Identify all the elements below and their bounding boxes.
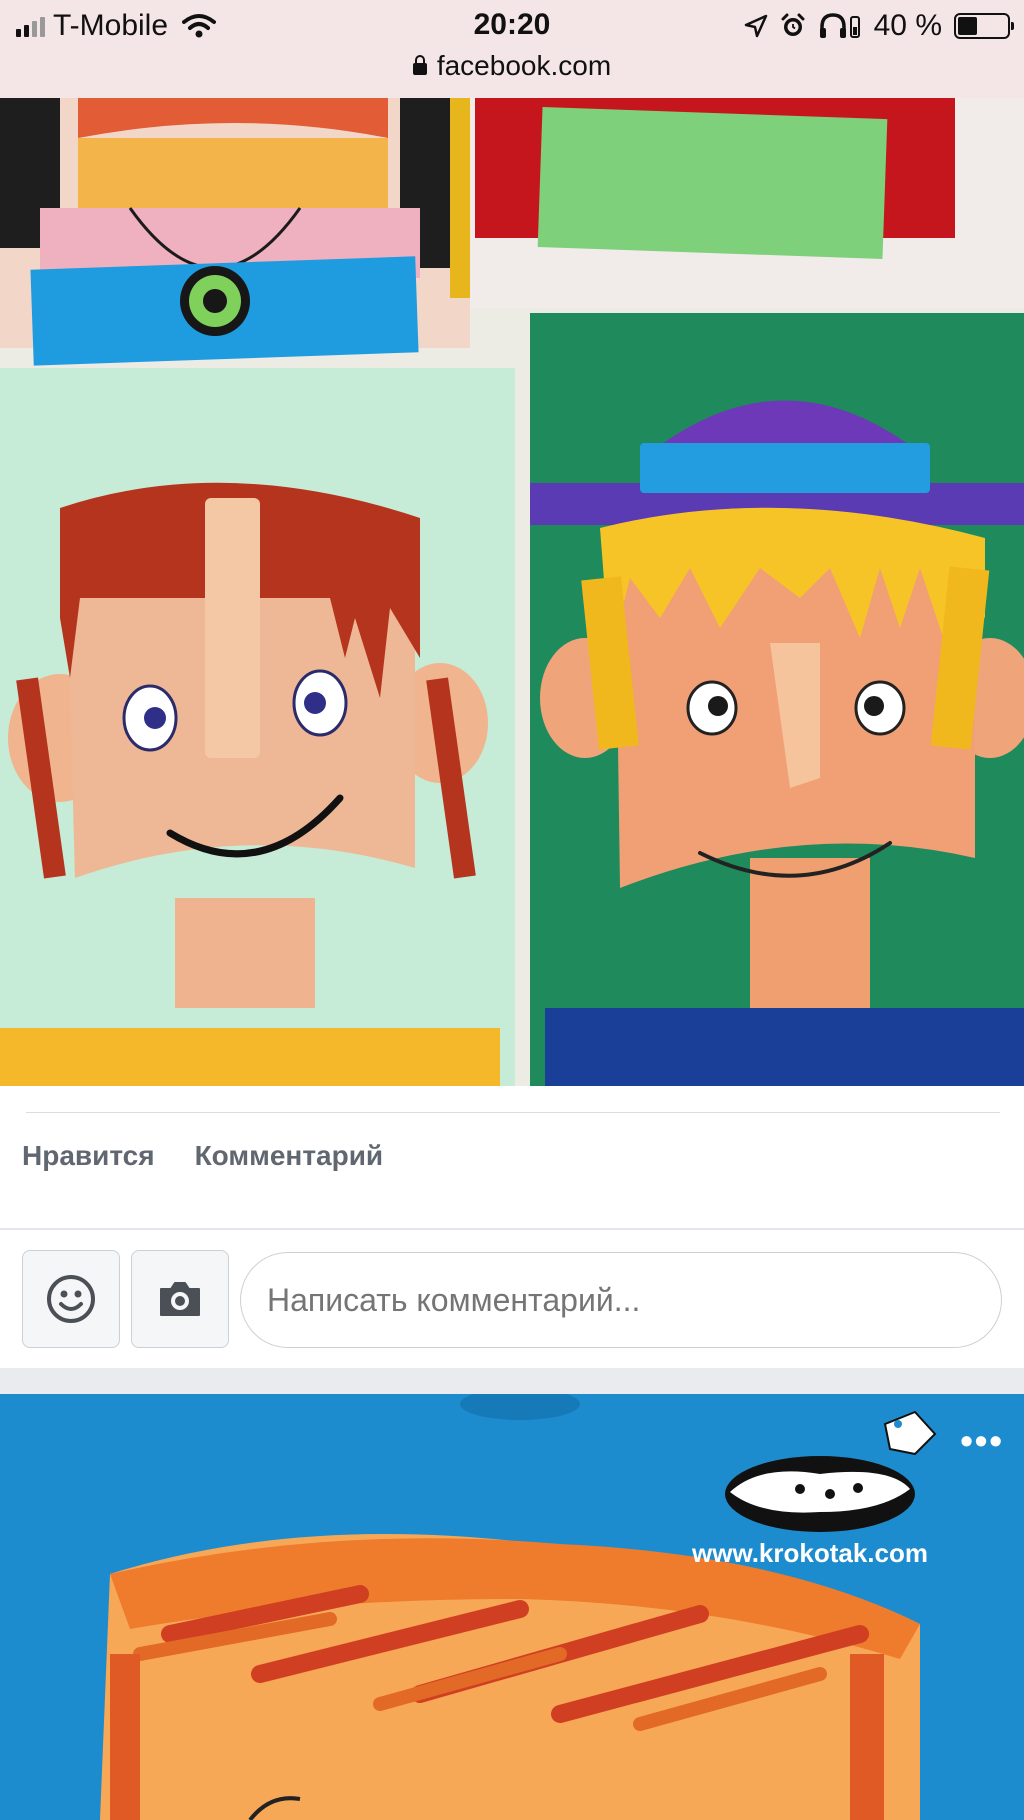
comment-composer: [0, 1230, 1024, 1368]
more-options-button[interactable]: •••: [960, 1420, 1004, 1462]
status-bar: T-Mobile 20:20 40 % facebook.com: [0, 0, 1024, 98]
paper-faces-image: [0, 98, 1024, 1086]
battery-icon: [954, 13, 1014, 39]
alarm-icon: [781, 13, 805, 36]
camera-icon: [160, 1282, 200, 1316]
url-text: facebook.com: [436, 50, 612, 81]
comment-input[interactable]: [240, 1252, 1002, 1348]
battery-percent: 40 %: [873, 9, 942, 42]
paper-face-image: [0, 1394, 1024, 1820]
photo-button[interactable]: [131, 1250, 229, 1348]
status-right: 40 %: [744, 8, 1014, 44]
location-arrow-icon: [744, 14, 767, 38]
emoji-button[interactable]: [22, 1250, 120, 1348]
post-actions: Нравится Комментарий: [22, 1140, 383, 1172]
comment-button[interactable]: Комментарий: [195, 1140, 384, 1172]
lock-icon: [412, 55, 427, 75]
post-photo[interactable]: [0, 98, 1024, 1086]
smiley-icon: [47, 1275, 95, 1323]
next-post-photo[interactable]: [0, 1394, 1024, 1820]
divider: [26, 1112, 1000, 1113]
like-button[interactable]: Нравится: [22, 1140, 155, 1172]
headphones-icon: [819, 13, 860, 38]
watermark-text: www.krokotak.com: [692, 1538, 928, 1568]
feed-separator: [0, 1368, 1024, 1394]
address-bar[interactable]: facebook.com: [0, 50, 1024, 82]
